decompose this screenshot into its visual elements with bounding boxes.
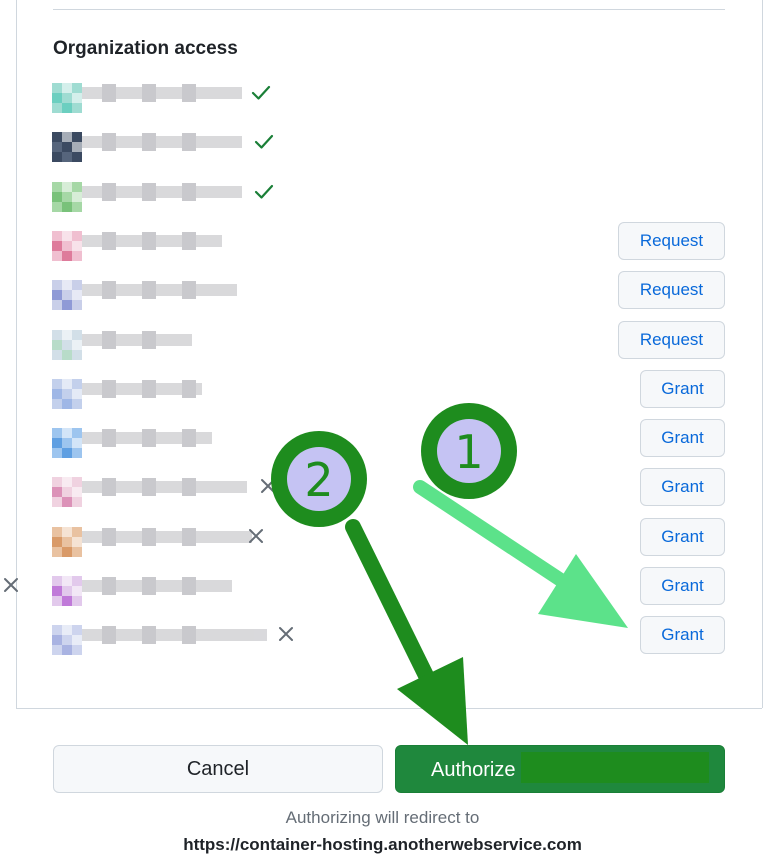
x-icon: [279, 627, 293, 642]
organization-avatar: [52, 576, 82, 606]
organization-avatar: [52, 625, 82, 656]
organization-row: Grant: [0, 567, 765, 616]
cancel-button[interactable]: Cancel: [53, 745, 383, 793]
footer-divider: [16, 708, 762, 709]
top-divider: [53, 9, 725, 10]
x-icon: [249, 528, 263, 543]
organization-avatar: [52, 181, 82, 212]
organization-avatar: [52, 230, 82, 261]
organization-avatar: [52, 83, 82, 113]
authorize-button-label: Authorize: [431, 759, 516, 781]
x-icon: [261, 479, 275, 494]
organization-name-redacted: [82, 330, 192, 349]
organization-avatar: [52, 378, 82, 409]
organization-name-redacted: [82, 231, 222, 250]
organization-row: [0, 123, 765, 172]
check-icon: [251, 85, 271, 100]
check-icon: [254, 184, 274, 199]
organization-name-redacted: [82, 133, 242, 152]
organization-name-redacted: [82, 281, 237, 300]
organization-row: Grant: [0, 468, 765, 517]
authorize-button[interactable]: Authorize: [395, 745, 725, 793]
redirect-note: Authorizing will redirect to: [285, 808, 480, 827]
organization-row: Request: [0, 221, 765, 271]
organization-avatar: [52, 132, 82, 163]
check-icon: [254, 135, 274, 149]
request-button[interactable]: Request: [618, 271, 725, 310]
organization-avatar: [52, 526, 82, 557]
organization-row: Grant: [0, 616, 765, 665]
redaction-block: [521, 752, 709, 783]
request-button[interactable]: Request: [618, 320, 725, 359]
grant-button[interactable]: Grant: [640, 369, 725, 408]
organization-row: Request: [0, 271, 765, 320]
organization-name-redacted: [82, 527, 252, 546]
organization-row: Grant: [0, 419, 765, 468]
organization-name-redacted: [82, 379, 202, 398]
organization-avatar: [52, 329, 82, 360]
organization-avatar: [52, 428, 82, 459]
organization-avatar: [52, 280, 82, 311]
section-heading: Organization access: [53, 38, 238, 59]
grant-button[interactable]: Grant: [640, 419, 725, 458]
organization-row: Grant: [0, 517, 765, 567]
organization-name-redacted: [82, 478, 247, 497]
organization-name-redacted: [82, 577, 232, 595]
organization-row: [0, 74, 765, 123]
organization-row: [0, 173, 765, 222]
grant-button[interactable]: Grant: [640, 616, 725, 655]
organization-name-redacted: [82, 429, 212, 448]
grant-button[interactable]: Grant: [640, 468, 725, 507]
organization-row: Grant: [0, 369, 765, 419]
organization-name-redacted: [82, 182, 242, 201]
organization-name-redacted: [82, 84, 242, 102]
request-button[interactable]: Request: [618, 221, 725, 260]
grant-button[interactable]: Grant: [640, 567, 725, 605]
x-icon: [4, 578, 18, 592]
redirect-url: https://container-hosting.anotherwebserv…: [183, 835, 582, 854]
organization-row: Request: [0, 320, 765, 370]
organization-name-redacted: [82, 626, 267, 645]
organization-avatar: [52, 477, 82, 508]
grant-button[interactable]: Grant: [640, 517, 725, 556]
